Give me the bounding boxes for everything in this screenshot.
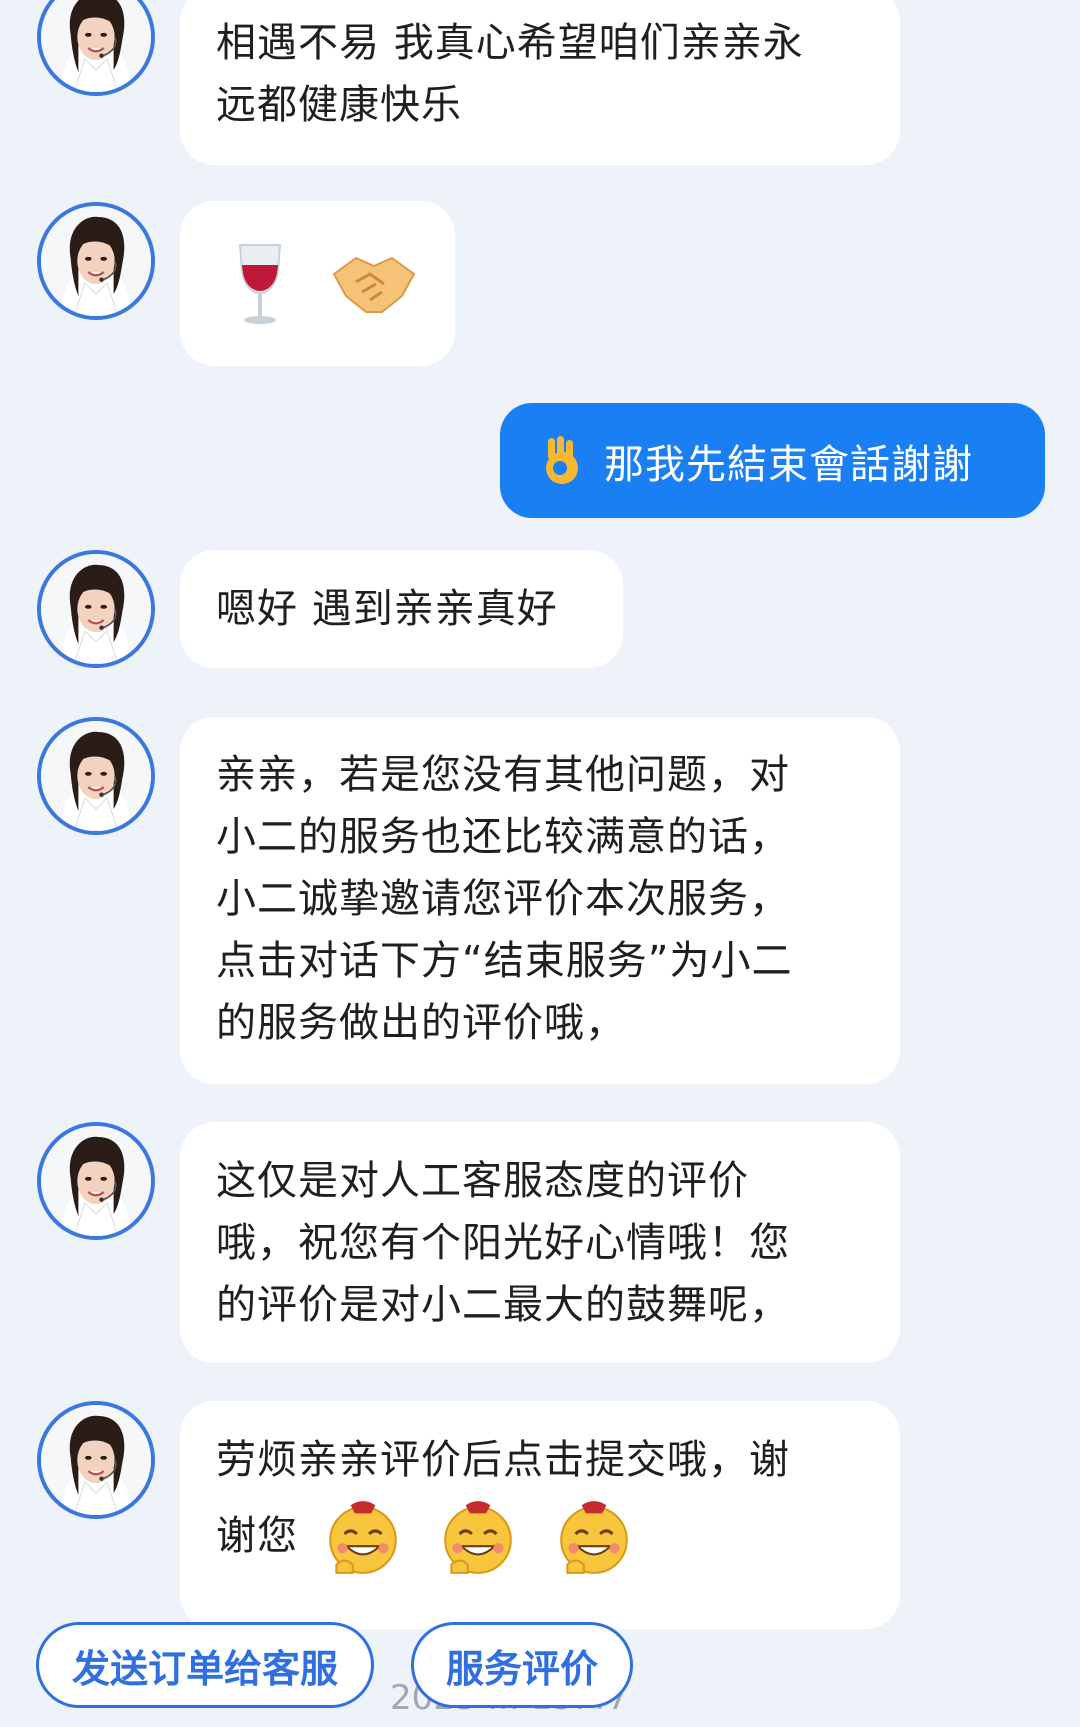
message-line: 这仅是对人工客服态度的评价 — [216, 1158, 749, 1204]
agent-avatar[interactable] — [37, 1122, 155, 1240]
handshake-icon — [332, 256, 416, 313]
message-line: 点击对话下方“结束服务”为小二 — [216, 938, 793, 984]
grin-emoji-icon — [560, 1501, 628, 1574]
agent-avatar[interactable] — [37, 550, 155, 668]
agent-message-bubble: 亲亲，若是您没有其他问题，对 小二的服务也还比较满意的话， 小二诚挚邀请您评价本… — [180, 717, 900, 1084]
wine-glass-icon — [238, 243, 282, 324]
agent-emoji-bubble — [180, 201, 455, 366]
message-line: 小二的服务也还比较满意的话， — [216, 814, 790, 860]
message-line: 小二诚挚邀请您评价本次服务， — [216, 876, 790, 922]
message-line: 的服务做出的评价哦， — [216, 1000, 626, 1046]
agent-avatar[interactable] — [37, 1401, 155, 1519]
agent-avatar[interactable] — [37, 202, 155, 320]
agent-message-bubble: 嗯好 遇到亲亲真好 — [180, 550, 623, 668]
message-line: 相遇不易 我真心希望咱们亲亲永 — [216, 20, 804, 66]
user-message-text: 那我先結束會話謝謝 — [604, 441, 973, 488]
message-line: 谢您 — [216, 1497, 864, 1579]
message-line: 亲亲，若是您没有其他问题，对 — [216, 752, 790, 798]
message-line: 劳烦亲亲评价后点击提交哦，谢 — [216, 1437, 790, 1483]
message-line: 的评价是对小二最大的鼓舞呢， — [216, 1282, 790, 1328]
agent-message-bubble: 劳烦亲亲评价后点击提交哦，谢 谢您 — [180, 1401, 900, 1629]
grin-emoji-icon — [444, 1501, 513, 1574]
agent-avatar[interactable] — [37, 0, 155, 96]
user-message-bubble: 那我先結束會話謝謝 — [500, 403, 1045, 518]
rate-service-button[interactable]: 服务评价 — [411, 1622, 633, 1708]
ok-hand-icon — [546, 435, 578, 484]
agent-message-bubble: 相遇不易 我真心希望咱们亲亲永 远都健康快乐 — [180, 0, 900, 165]
message-line: 嗯好 遇到亲亲真好 — [216, 586, 558, 632]
agent-avatar[interactable] — [37, 717, 155, 835]
message-line: 远都健康快乐 — [216, 82, 462, 128]
grin-emoji-icon — [328, 1501, 397, 1574]
send-order-button[interactable]: 发送订单给客服 — [36, 1622, 374, 1708]
message-line: 哦，祝您有个阳光好心情哦！您 — [216, 1220, 790, 1266]
message-line-text: 谢您 — [216, 1513, 298, 1559]
agent-message-bubble: 这仅是对人工客服态度的评价 哦，祝您有个阳光好心情哦！您 的评价是对小二最大的鼓… — [180, 1122, 900, 1363]
